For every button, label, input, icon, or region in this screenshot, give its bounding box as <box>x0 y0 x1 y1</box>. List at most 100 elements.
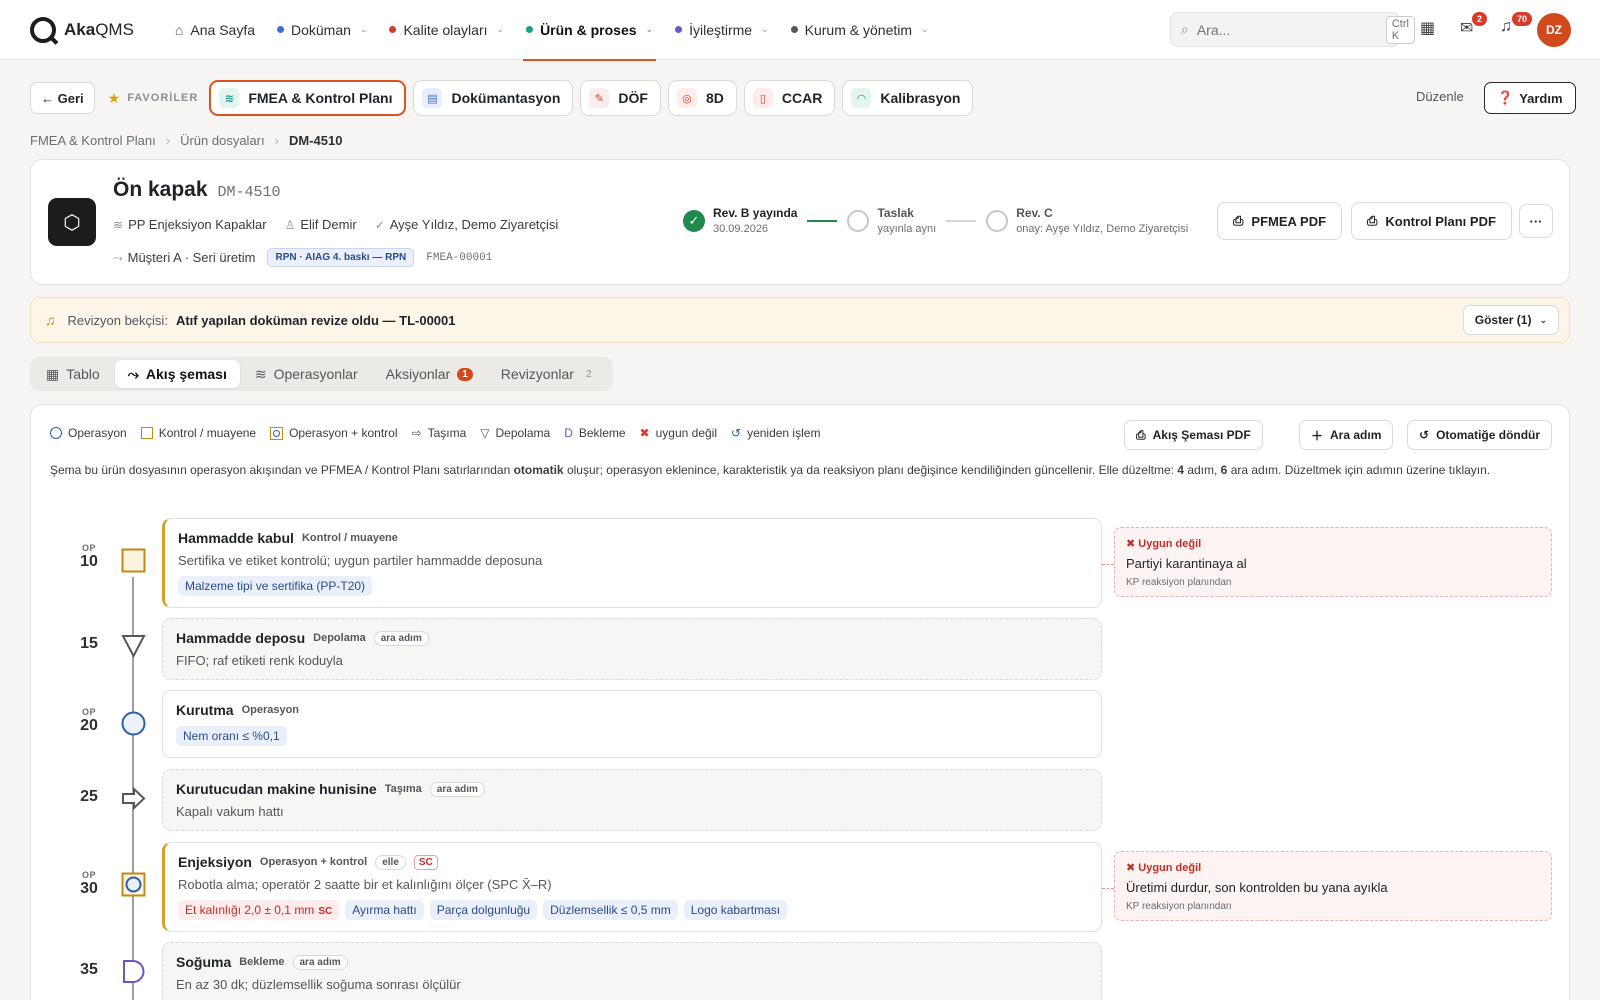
revert-automatic-button[interactable]: ↺ Otomatiğe döndür <box>1407 420 1553 450</box>
show-button[interactable]: Göster (1) ⌄ <box>1462 305 1559 335</box>
flow-step-card[interactable]: Kurutma Operasyon Nem oranı ≤ %0,1 <box>162 690 1102 758</box>
flow-step-card[interactable]: Hammadde deposu Depolama ara adım FIFO; ra… <box>162 618 1102 680</box>
bell-icon[interactable]: ♫ 70 <box>1500 10 1535 36</box>
rework-icon: ↺ <box>731 426 742 440</box>
step-title: Kurutucudan makine hunisine <box>176 781 377 797</box>
op-number: 15 <box>80 635 98 652</box>
nav-item-document[interactable]: Doküman ⌄ <box>266 0 378 60</box>
step-type: Bekleme <box>239 956 285 968</box>
revision-watcher-banner: ♫ Revizyon bekçisi: Atıf yapılan doküman… <box>30 297 1570 343</box>
tab-flowchart[interactable]: ⤳ Akış şeması <box>114 360 240 388</box>
x-mark-icon: ✖ <box>639 426 650 440</box>
clipboard-icon: ▯ <box>752 88 773 108</box>
revisions-count: 2 <box>585 368 592 380</box>
flow-step-card[interactable]: Soğuma Bekleme ara adım En az 30 dk; düzle… <box>162 942 1102 1000</box>
fmea-code[interactable]: FMEA-00001 <box>426 252 492 264</box>
intermediate-step-chip: ara adım <box>292 954 348 970</box>
layers-icon: ≋ <box>219 88 240 108</box>
fav-chip-ccar[interactable]: ▯ CCAR <box>743 80 836 116</box>
tab-table[interactable]: ▦ Tablo <box>33 360 113 388</box>
edit-favorites-link[interactable]: Düzenle <box>1416 89 1464 104</box>
fav-chip-documentation[interactable]: ▤ Dokümantasyon <box>413 80 574 116</box>
inspection-square-icon <box>140 427 153 439</box>
tab-actions[interactable]: Aksiyonlar 1 <box>373 360 486 388</box>
step-description: Sertifika ve etiket kontrolü; uygun part… <box>178 553 543 568</box>
breadcrumb-item[interactable]: Ürün dosyaları <box>180 133 265 148</box>
watcher-message: Atıf yapılan doküman revize oldu — TL-00… <box>175 312 456 328</box>
logo-bold-text: Aka <box>64 19 96 39</box>
nav-item-home[interactable]: ⌂ Ana Sayfa <box>164 0 266 60</box>
global-search[interactable]: ⌕ Ctrl K <box>1170 12 1415 47</box>
step-type: Operasyon <box>241 704 300 716</box>
step-type: Depolama <box>313 632 366 644</box>
fav-chip-dof[interactable]: ✎ DÖF <box>580 80 661 116</box>
layers-icon: ≋ <box>113 218 124 232</box>
category-dot-icon <box>675 26 683 33</box>
characteristic-chip: Logo kabartması <box>683 900 788 920</box>
help-button[interactable]: ❓ Yardım <box>1484 82 1576 114</box>
tab-revisions[interactable]: Revizyonlar 2 <box>488 360 610 388</box>
step-title: Hammadde deposu <box>176 630 306 646</box>
home-icon: ⌂ <box>174 21 184 38</box>
flowchart-panel: Operasyon Kontrol / muayene Operasyon + … <box>30 404 1570 1000</box>
inspection-square-icon <box>121 548 146 573</box>
check-circle-icon: ✓ <box>683 209 705 232</box>
intermediate-step-chip: ara adım <box>373 630 429 646</box>
back-button[interactable]: ← Geri <box>30 82 95 114</box>
search-input[interactable] <box>1196 21 1378 38</box>
fav-chip-8d[interactable]: ◎ 8D <box>667 80 737 116</box>
breadcrumb-current: DM-4510 <box>288 133 343 148</box>
breadcrumb-item[interactable]: FMEA & Kontrol Planı <box>30 133 156 148</box>
pfmea-pdf-button[interactable]: ⎙ PFMEA PDF <box>1217 202 1343 240</box>
user-avatar[interactable]: DZ <box>1537 13 1571 47</box>
step-type: Operasyon + kontrol <box>259 856 368 868</box>
reaction-connector <box>1102 888 1114 889</box>
revision-step[interactable]: Taslak yayınla aynı <box>847 206 936 235</box>
nav-item-improvement[interactable]: İyileştirme ⌄ <box>664 0 780 60</box>
delay-d-icon <box>123 960 145 983</box>
document-header-card: ⬡ Ön kapak DM-4510 ≋ PP Enjeksiyon Kapakl… <box>30 159 1570 285</box>
chevron-down-icon: ⌄ <box>1539 314 1547 325</box>
arrow-right-icon: ⇨ <box>411 426 422 440</box>
flowchart-pdf-button[interactable]: ⎙ Akış Şeması PDF <box>1124 420 1263 450</box>
app-logo[interactable]: AkaQMS <box>30 16 134 43</box>
legend-item: ⇨ Taşıma <box>411 426 467 440</box>
tab-operations[interactable]: ≋ Operasyonlar <box>242 360 371 388</box>
legend-item: ↺ yeniden işlem <box>731 426 821 440</box>
flow-step-card[interactable]: Enjeksiyon Operasyon + kontrol elle SC Robo… <box>162 842 1102 932</box>
notification-badge: 70 <box>1510 10 1535 28</box>
step-description: Kapalı vakum hattı <box>176 804 284 819</box>
printer-icon: ⎙ <box>1136 427 1146 442</box>
inbox-icon[interactable]: ✉ 2 <box>1460 10 1490 38</box>
flow-step-card[interactable]: Kurutucudan makine hunisine Taşıma ara adı… <box>162 769 1102 831</box>
op-number: 35 <box>80 961 98 978</box>
step-description: FIFO; raf etiketi renk koduyla <box>176 653 343 668</box>
characteristic-chip: Düzlemsellik ≤ 0,5 mm <box>543 900 678 920</box>
nav-item-quality-events[interactable]: Kalite olayları ⌄ <box>378 0 515 60</box>
step-type: Taşıma <box>384 783 422 795</box>
revision-step[interactable]: ✓ Rev. B yayında 30.09.2026 <box>683 206 797 235</box>
add-intermediate-step-button[interactable]: ＋ Ara adım <box>1299 420 1394 450</box>
calendar-icon[interactable]: ▦ <box>1420 18 1435 38</box>
fav-chip-calibration[interactable]: ◠ Kalibrasyon <box>842 80 974 116</box>
reaction-plan-card[interactable]: ✖ Uygun değil Partiyi karantinaya al KP … <box>1114 527 1552 597</box>
chevron-right-icon: › <box>165 133 171 148</box>
special-characteristic-chip: Et kalınlığı 2,0 ± 0,1 mm SC <box>178 900 340 920</box>
nav-item-organization[interactable]: Kurum & yönetim ⌄ <box>780 0 940 60</box>
flow-step-card[interactable]: Hammadde kabul Kontrol / muayene Sertifik… <box>162 518 1102 608</box>
control-plan-pdf-button[interactable]: ⎙ Kontrol Planı PDF <box>1351 202 1512 240</box>
fav-chip-fmea[interactable]: ≋ FMEA & Kontrol Planı <box>209 80 407 116</box>
step-title: Kurutma <box>176 702 234 718</box>
nav-item-product-process[interactable]: Ürün & proses ⌄ <box>515 0 664 61</box>
nav-item-label: Kurum & yönetim <box>804 21 913 38</box>
manual-step-chip: elle <box>375 854 406 870</box>
document-code: DM-4510 <box>217 184 281 201</box>
delay-d-icon: D <box>564 426 573 440</box>
rpn-method-chip: RPN · AIAG 4. baskı — RPN <box>267 248 415 267</box>
revision-step[interactable]: Rev. Conay: Ayşe Yıldız, Demo Ziyaretçis… <box>986 206 1188 235</box>
reaction-plan-card[interactable]: ✖ Uygun değil Üretimi durdur, son kontro… <box>1114 851 1552 921</box>
product-family: ≋ PP Enjeksiyon Kapaklar <box>113 217 267 232</box>
more-options-button[interactable]: ··· <box>1519 204 1553 238</box>
chevron-down-icon: ⌄ <box>496 24 505 34</box>
bell-icon: ♫ <box>45 312 56 328</box>
